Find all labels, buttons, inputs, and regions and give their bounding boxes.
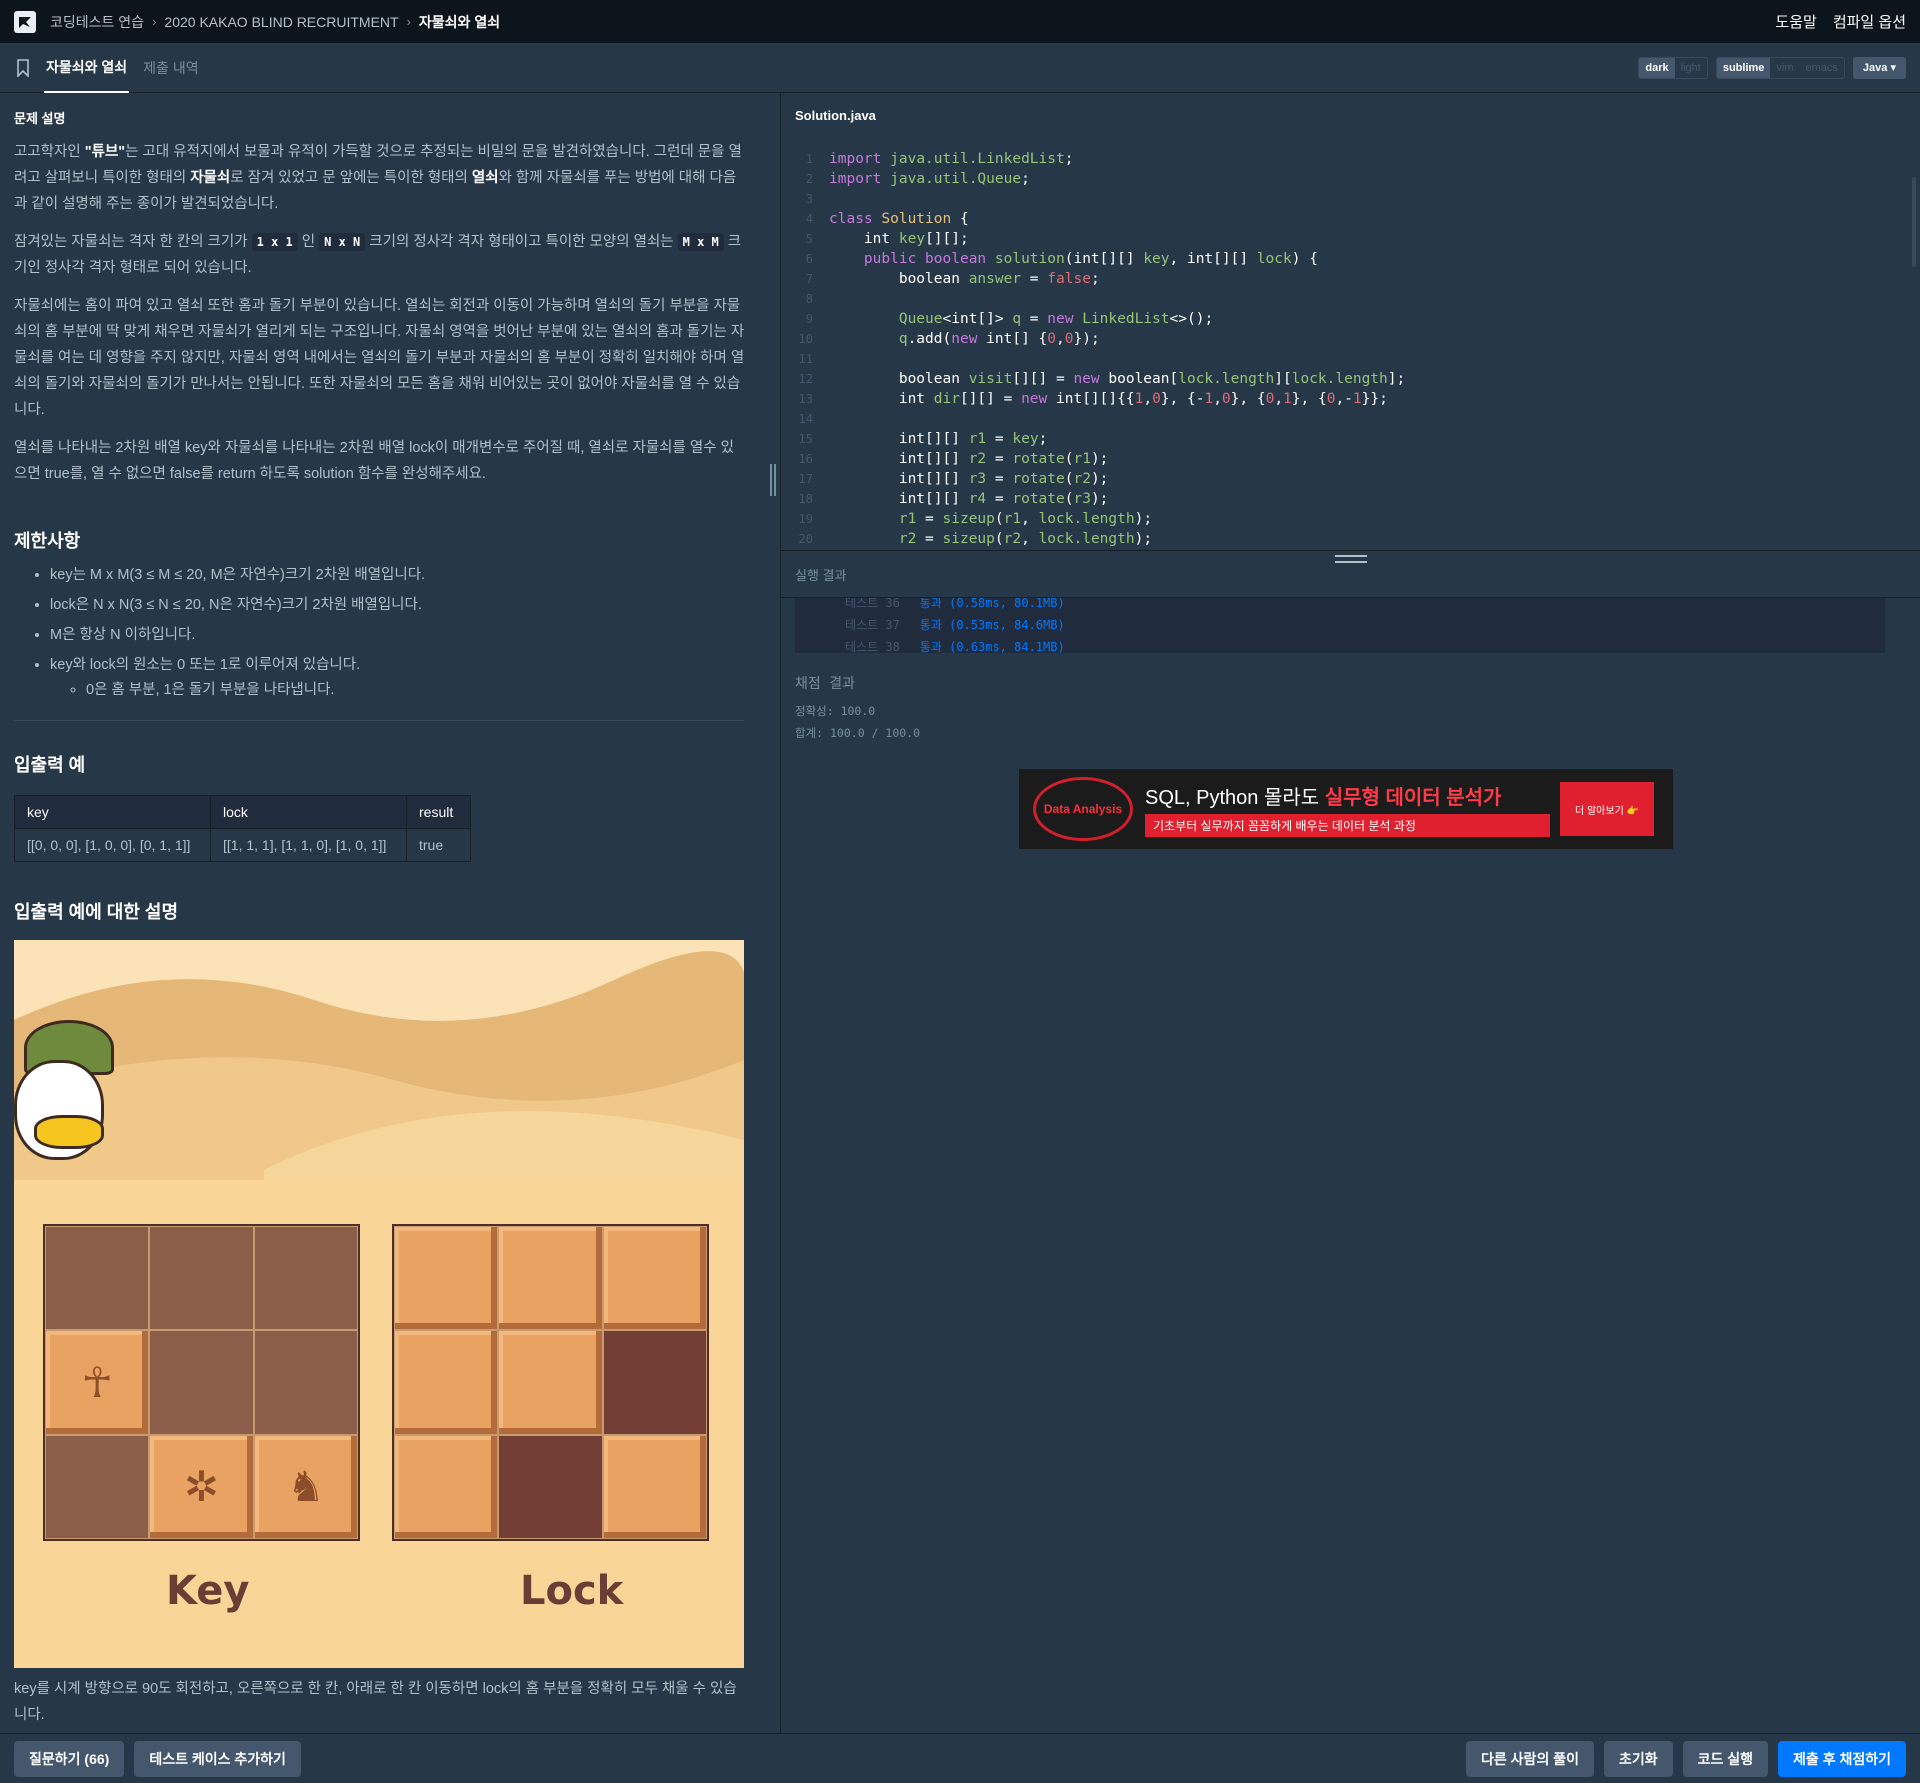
test-row: 테스트 36 통과 (0.58ms, 80.1MB) [845, 598, 1065, 610]
problem-paragraph-1: 고고학자인 "튜브"는 고대 유적지에서 보물과 유적이 가득할 것으로 추정되… [14, 144, 742, 212]
table-header: result [406, 795, 471, 829]
ad-banner[interactable]: Data Analysis SQL, Python 몰라도 실무형 데이터 분석… [1019, 769, 1673, 849]
ad-logo-icon: Data Analysis [1033, 777, 1133, 841]
key-cell-hole [149, 1330, 254, 1435]
ad-title: SQL, Python 몰라도 실무형 데이터 분석가 [1145, 787, 1502, 809]
tube-character-icon [14, 1020, 124, 1170]
ad-subtitle: 기초부터 실무까지 꼼꼼하게 배우는 데이터 분석 과정 [1145, 814, 1550, 837]
keymap-vim-option[interactable]: vim [1770, 57, 1800, 78]
io-explain-text: key를 시계 방향으로 90도 회전하고, 오른쪽으로 한 칸, 아래로 한 … [14, 1681, 737, 1723]
constraint-item: M은 항상 N 이하입니다. [50, 625, 746, 645]
sub-constraint-item: 0은 홈 부분, 1은 돌기 부분을 나타냅니다. [86, 680, 746, 700]
tab-problem[interactable]: 자물쇠와 열쇠 [44, 43, 130, 93]
breadcrumb-problem: 자물쇠와 열쇠 [418, 13, 501, 30]
theme-toggle: dark light [1638, 56, 1708, 79]
tab-submissions[interactable]: 제출 내역 [143, 43, 198, 93]
problem-paragraph-2: 잠겨있는 자물쇠는 격자 한 칸의 크기가 1 x 1 인 N x N 크기의 … [14, 233, 742, 276]
constraints-title: 제한사항 [14, 531, 81, 551]
keymap-emacs-option[interactable]: emacs [1799, 57, 1844, 78]
code-editor[interactable]: 1 import java.util.LinkedList; 2 import ja… [781, 137, 1920, 550]
lock-cell-stone [394, 1226, 499, 1331]
io-example-table: key lock result [[0, 0, 0], [1, 0, 0], [… [14, 795, 471, 862]
constraints-list: key는 M x M(3 ≤ M ≤ 20, M은 자연수)크기 2차원 배열입… [14, 565, 746, 700]
bookmark-icon[interactable] [16, 58, 30, 77]
file-tab: Solution.java [795, 107, 876, 123]
ankh-glyph-icon: ☥ [45, 1330, 150, 1435]
io-explain-title: 입출력 예에 대한 설명 [14, 902, 179, 922]
top-nav: 코딩테스트 연습 › 2020 KAKAO BLIND RECRUITMENT … [0, 0, 1920, 43]
breadcrumb-kakao[interactable]: 2020 KAKAO BLIND RECRUITMENT [164, 14, 398, 30]
chevron-right-icon: › [152, 14, 157, 29]
run-code-button[interactable]: 코드 실행 [1682, 1740, 1769, 1777]
problem-description-title: 문제 설명 [14, 111, 66, 126]
constraint-item: key와 lock의 원소는 0 또는 1로 이루어져 있습니다. 0은 홈 부… [50, 655, 746, 700]
help-link[interactable]: 도움말 [1775, 11, 1816, 32]
lock-label: Lock [520, 1568, 624, 1614]
key-label: Key [166, 1568, 250, 1614]
editor-panel: Solution.java 1 import java.util.LinkedLi… [780, 93, 1920, 1733]
programmers-logo-icon[interactable] [14, 10, 36, 33]
lock-cell-stone [394, 1330, 499, 1435]
caret-down-icon: ▾ [1890, 61, 1896, 74]
theme-light-option[interactable]: light [1674, 57, 1707, 78]
key-cell-hole [45, 1434, 150, 1539]
lock-grid [392, 1224, 709, 1541]
test-row: 테스트 38 통과 (0.63ms, 84.1MB) [845, 640, 1065, 653]
results-panel[interactable]: 테스트 36 통과 (0.58ms, 80.1MB) 테스트 37 통과 (0.53… [781, 598, 1920, 741]
bottom-bar: 질문하기 (66) 테스트 케이스 추가하기 다른 사람의 풀이 초기화 코드 … [0, 1733, 1920, 1783]
theme-dark-option[interactable]: dark [1639, 57, 1675, 78]
other-solutions-button[interactable]: 다른 사람의 풀이 [1466, 1740, 1594, 1777]
keymap-toggle: sublime vim emacs [1715, 56, 1845, 79]
compile-options-link[interactable]: 컴파일 옵션 [1833, 11, 1906, 32]
key-grid: ☥ ✲ ♞ [43, 1224, 360, 1541]
lock-cell-stone [394, 1434, 499, 1539]
reset-button[interactable]: 초기화 [1603, 1740, 1673, 1777]
table-row: [[0, 0, 0], [1, 0, 0], [0, 1, 1]] [[1, 1… [14, 828, 471, 862]
accuracy-score: 정확성: 100.0 [795, 704, 876, 718]
constraint-item: key는 M x M(3 ≤ M ≤ 20, M은 자연수)크기 2차원 배열입… [50, 565, 746, 585]
tab-bar: 자물쇠와 열쇠 제출 내역 dark light sublime vim ema… [0, 43, 1920, 93]
keymap-sublime-option[interactable]: sublime [1716, 57, 1771, 78]
lock-cell-stone [602, 1434, 707, 1539]
key-cell-hole [45, 1226, 150, 1331]
language-label: Java [1862, 61, 1888, 74]
table-cell: [[1, 1, 1], [1, 1, 0], [1, 0, 1]] [210, 828, 407, 862]
language-select[interactable]: Java ▾ [1852, 56, 1906, 79]
key-cell-hole [253, 1330, 358, 1435]
problem-paragraph-4: 열쇠를 나타내는 2차원 배열 key와 자물쇠를 나타내는 2차원 배열 lo… [14, 440, 734, 482]
add-test-case-button[interactable]: 테스트 케이스 추가하기 [134, 1740, 301, 1777]
problem-panel[interactable]: 문제 설명 고고학자인 "튜브"는 고대 유적지에서 보물과 유적이 가득할 것… [0, 93, 760, 1739]
test-row: 테스트 37 통과 (0.53ms, 84.6MB) [845, 618, 1065, 632]
score-title: 채점 결과 [795, 676, 855, 692]
divider [14, 720, 744, 721]
problem-paragraph-3: 자물쇠에는 홈이 파여 있고 열쇠 또한 홈과 돌기 부분이 있습니다. 열쇠는… [14, 298, 745, 418]
scarab-glyph-icon: ✲ [149, 1434, 254, 1539]
lock-cell-hole [602, 1330, 707, 1435]
table-header: key [14, 795, 211, 829]
total-score: 합계: 100.0 / 100.0 [795, 726, 921, 740]
chevron-right-icon: › [406, 14, 411, 29]
constraint-item: lock은 N x N(3 ≤ N ≤ 20, N은 자연수)크기 2차원 배열… [50, 595, 746, 615]
vertical-split-handle[interactable] [770, 464, 778, 496]
table-header: lock [210, 795, 407, 829]
test-results-box: 테스트 36 통과 (0.58ms, 80.1MB) 테스트 37 통과 (0.53… [795, 598, 1885, 653]
breadcrumb-coding-test[interactable]: 코딩테스트 연습 [50, 12, 144, 32]
key-cell-hole [253, 1226, 358, 1331]
lock-cell-stone [602, 1226, 707, 1331]
lock-cell-hole [498, 1434, 603, 1539]
key-lock-illustration: ☥ ✲ ♞ Key Lock [14, 940, 744, 1668]
lock-cell-stone [498, 1226, 603, 1331]
lock-cell-stone [498, 1330, 603, 1435]
submit-button[interactable]: 제출 후 채점하기 [1778, 1740, 1906, 1777]
table-cell: [[0, 0, 0], [1, 0, 0], [0, 1, 1]] [14, 828, 211, 862]
editor-scrollbar[interactable] [1912, 177, 1916, 267]
horizontal-split-handle[interactable] [1335, 555, 1367, 563]
anubis-glyph-icon: ♞ [253, 1434, 358, 1539]
ad-learn-more-button[interactable]: 더 알아보기 👉 [1560, 782, 1654, 836]
ask-question-button[interactable]: 질문하기 (66) [14, 1740, 125, 1777]
io-example-title: 입출력 예 [14, 755, 86, 775]
key-cell-hole [149, 1226, 254, 1331]
table-cell: true [406, 828, 471, 862]
